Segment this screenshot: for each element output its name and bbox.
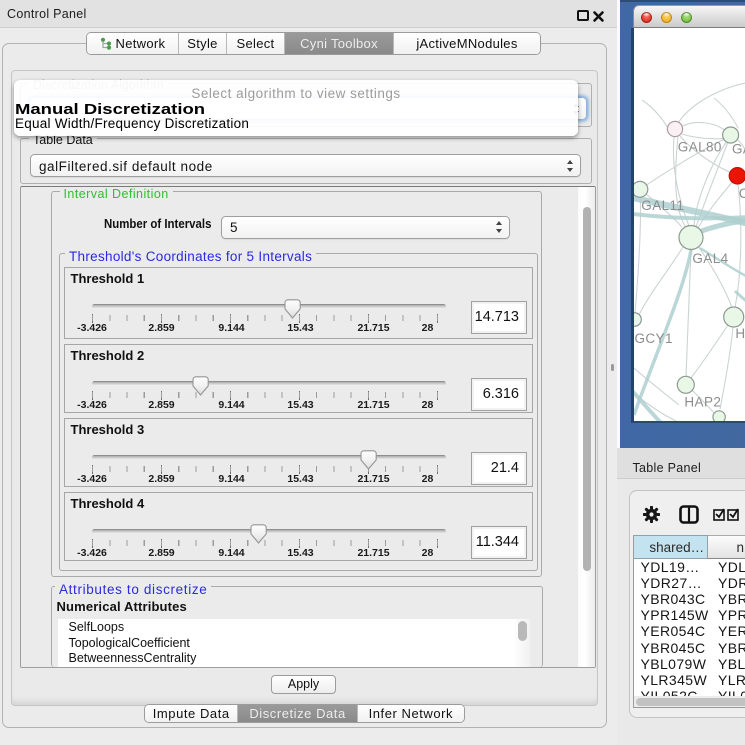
svg-text:GAL80: GAL80 — [678, 139, 722, 154]
svg-text:HAP2: HAP2 — [684, 395, 721, 410]
svg-text:GAL4: GAL4 — [692, 251, 728, 266]
svg-text:GCY1: GCY1 — [635, 331, 673, 346]
svg-text:GAL11: GAL11 — [641, 198, 684, 213]
svg-text:C: C — [739, 186, 745, 201]
svg-text:GA: GA — [732, 142, 745, 157]
svg-text:H: H — [735, 326, 745, 341]
